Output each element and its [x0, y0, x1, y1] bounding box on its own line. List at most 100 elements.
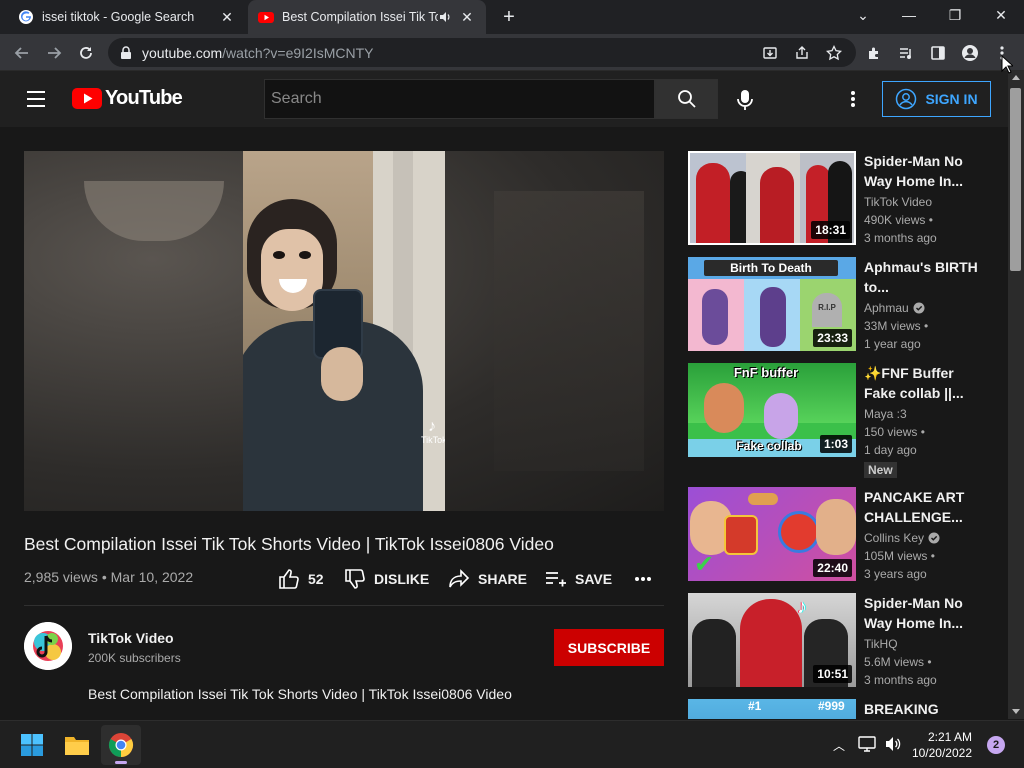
recommendation-item[interactable]: ✔ 22:40 PANCAKE ART CHALLENGE... Collins… — [688, 487, 998, 581]
video-frame: ♪ TikTok — [243, 151, 445, 511]
save-button[interactable]: SAVE — [545, 567, 612, 591]
restore-button[interactable]: ❐ — [932, 0, 978, 30]
video-thumbnail[interactable]: ♪ 10:51 — [688, 593, 856, 687]
share-page-icon[interactable] — [788, 39, 816, 67]
account-icon — [896, 88, 917, 110]
forward-button[interactable] — [40, 39, 68, 67]
recommendation-item[interactable]: Birth To Death R.I.P 23:33 Aphmau's BIRT… — [688, 257, 998, 351]
left-eye — [273, 251, 285, 259]
start-button[interactable] — [12, 725, 52, 765]
recommendation-item[interactable]: #1 #999 BREAKING — [688, 699, 998, 719]
bookmark-star-icon[interactable] — [820, 39, 848, 67]
recommendation-age: 3 months ago — [864, 673, 937, 687]
youtube-play-icon — [72, 88, 102, 109]
chrome-icon — [108, 733, 134, 757]
back-button[interactable] — [8, 39, 36, 67]
tab-youtube-video[interactable]: Best Compilation Issei Tik Tok Sh ✕ — [248, 0, 486, 34]
spiderman-figure — [696, 163, 730, 243]
new-tab-button[interactable]: + — [498, 7, 520, 29]
speaker-icon[interactable] — [438, 10, 452, 24]
scroll-up-icon[interactable] — [1012, 75, 1020, 80]
video-thumbnail[interactable]: #1 #999 — [688, 699, 856, 719]
video-player[interactable]: ♪ TikTok — [24, 151, 664, 511]
scroll-down-icon[interactable] — [1012, 709, 1020, 714]
tiktok-icon: ♪ — [797, 596, 807, 618]
verified-icon — [928, 532, 940, 544]
checkmark-icon: ✔ — [694, 551, 715, 578]
side-panel-icon[interactable] — [924, 39, 952, 67]
recommendation-title[interactable]: Spider-Man No Way Home In... — [864, 151, 982, 191]
file-explorer-button[interactable] — [57, 725, 97, 765]
recommendation-item[interactable]: 18:31 Spider-Man No Way Home In... TikTo… — [688, 151, 998, 245]
thumbnail-caption: Fake collab — [736, 439, 802, 453]
recommendation-title[interactable]: Spider-Man No Way Home In... — [864, 593, 982, 633]
guide-menu-button[interactable] — [24, 89, 48, 114]
like-button[interactable]: 52 — [278, 567, 324, 591]
recommendation-item[interactable]: FnF buffer Fake collab 1:03 ✨FNF Buffer … — [688, 363, 998, 487]
address-bar[interactable]: youtube.com/watch?v=e9I2IsMCNTY — [108, 38, 856, 67]
youtube-logo[interactable]: YouTube — [72, 87, 183, 110]
clock-time: 2:21 AM — [927, 730, 972, 744]
tab-title: Best Compilation Issei Tik Tok Sh — [282, 10, 438, 24]
recommendation-channel: TikHQ — [864, 637, 898, 651]
lock-icon[interactable] — [120, 45, 132, 60]
network-icon[interactable] — [858, 735, 876, 758]
dislike-button[interactable]: DISLIKE — [344, 567, 429, 591]
tab-google-search[interactable]: issei tiktok - Google Search ✕ — [8, 0, 246, 34]
publish-date: Mar 10, 2022 — [110, 569, 194, 585]
scrollbar-thumb[interactable] — [1010, 88, 1021, 271]
recommendation-age: 3 years ago — [864, 567, 927, 581]
video-description: Best Compilation Issei Tik Tok Shorts Vi… — [88, 686, 512, 702]
extensions-icon[interactable] — [860, 39, 888, 67]
video-thumbnail[interactable]: 18:31 — [688, 151, 856, 245]
sign-in-button[interactable]: SIGN IN — [882, 81, 991, 117]
tab-search-icon[interactable]: ⌄ — [840, 0, 886, 30]
media-control-icon[interactable] — [892, 39, 920, 67]
video-thumbnail[interactable]: ✔ 22:40 — [688, 487, 856, 581]
channel-avatar[interactable] — [24, 622, 72, 670]
video-thumbnail[interactable]: FnF buffer Fake collab 1:03 — [688, 363, 856, 457]
recommendation-views: 105M views • — [864, 549, 935, 563]
blurred-right — [494, 191, 644, 471]
recommendation-item[interactable]: ♪ 10:51 Spider-Man No Way Home In... Tik… — [688, 593, 998, 687]
recommendation-views: 5.6M views • — [864, 655, 932, 669]
chrome-taskbar-button[interactable] — [101, 725, 141, 765]
notification-badge[interactable]: 2 — [987, 736, 1005, 754]
minimize-button[interactable]: — — [886, 0, 932, 30]
system-clock[interactable]: 2:21 AM 10/20/2022 — [908, 729, 972, 761]
search-icon — [677, 90, 696, 108]
youtube-icon — [258, 12, 274, 23]
subscribe-button[interactable]: SUBSCRIBE — [554, 629, 664, 666]
thumbnail-caption: Birth To Death — [704, 260, 838, 276]
recommendation-title[interactable]: BREAKING — [864, 699, 982, 719]
recommendation-title[interactable]: PANCAKE ART CHALLENGE... — [864, 487, 982, 527]
channel-name[interactable]: TikTok Video — [88, 630, 174, 646]
recommendation-title[interactable]: Aphmau's BIRTH to... — [864, 257, 982, 297]
thumbs-down-icon — [345, 569, 365, 589]
close-tab-icon[interactable]: ✕ — [458, 9, 476, 26]
voice-search-button[interactable] — [735, 89, 755, 116]
more-actions-button[interactable] — [634, 567, 652, 591]
settings-menu-button[interactable] — [850, 89, 856, 114]
more-vertical-icon — [851, 91, 855, 107]
reload-button[interactable] — [72, 39, 100, 67]
close-window-button[interactable]: ✕ — [978, 0, 1024, 30]
video-thumbnail[interactable]: Birth To Death R.I.P 23:33 — [688, 257, 856, 351]
recommendation-views: 490K views • — [864, 213, 933, 227]
close-tab-icon[interactable]: ✕ — [218, 9, 236, 26]
search-input[interactable]: Search — [264, 79, 655, 119]
install-app-icon[interactable] — [756, 39, 784, 67]
video-duration: 23:33 — [813, 329, 852, 347]
show-hidden-icons-button[interactable]: ︿ — [833, 737, 845, 754]
recommendation-title[interactable]: ✨FNF Buffer Fake collab ||... — [864, 363, 982, 403]
volume-icon[interactable] — [884, 735, 902, 758]
search-button[interactable] — [655, 79, 718, 119]
sign-in-label: SIGN IN — [925, 91, 978, 107]
clock-date: 10/20/2022 — [911, 746, 972, 760]
right-eye — [299, 251, 311, 259]
profile-icon[interactable] — [956, 39, 984, 67]
tab-title: issei tiktok - Google Search — [42, 10, 195, 24]
video-duration: 22:40 — [813, 559, 852, 577]
share-button[interactable]: SHARE — [448, 567, 527, 591]
video-duration: 18:31 — [811, 221, 850, 239]
